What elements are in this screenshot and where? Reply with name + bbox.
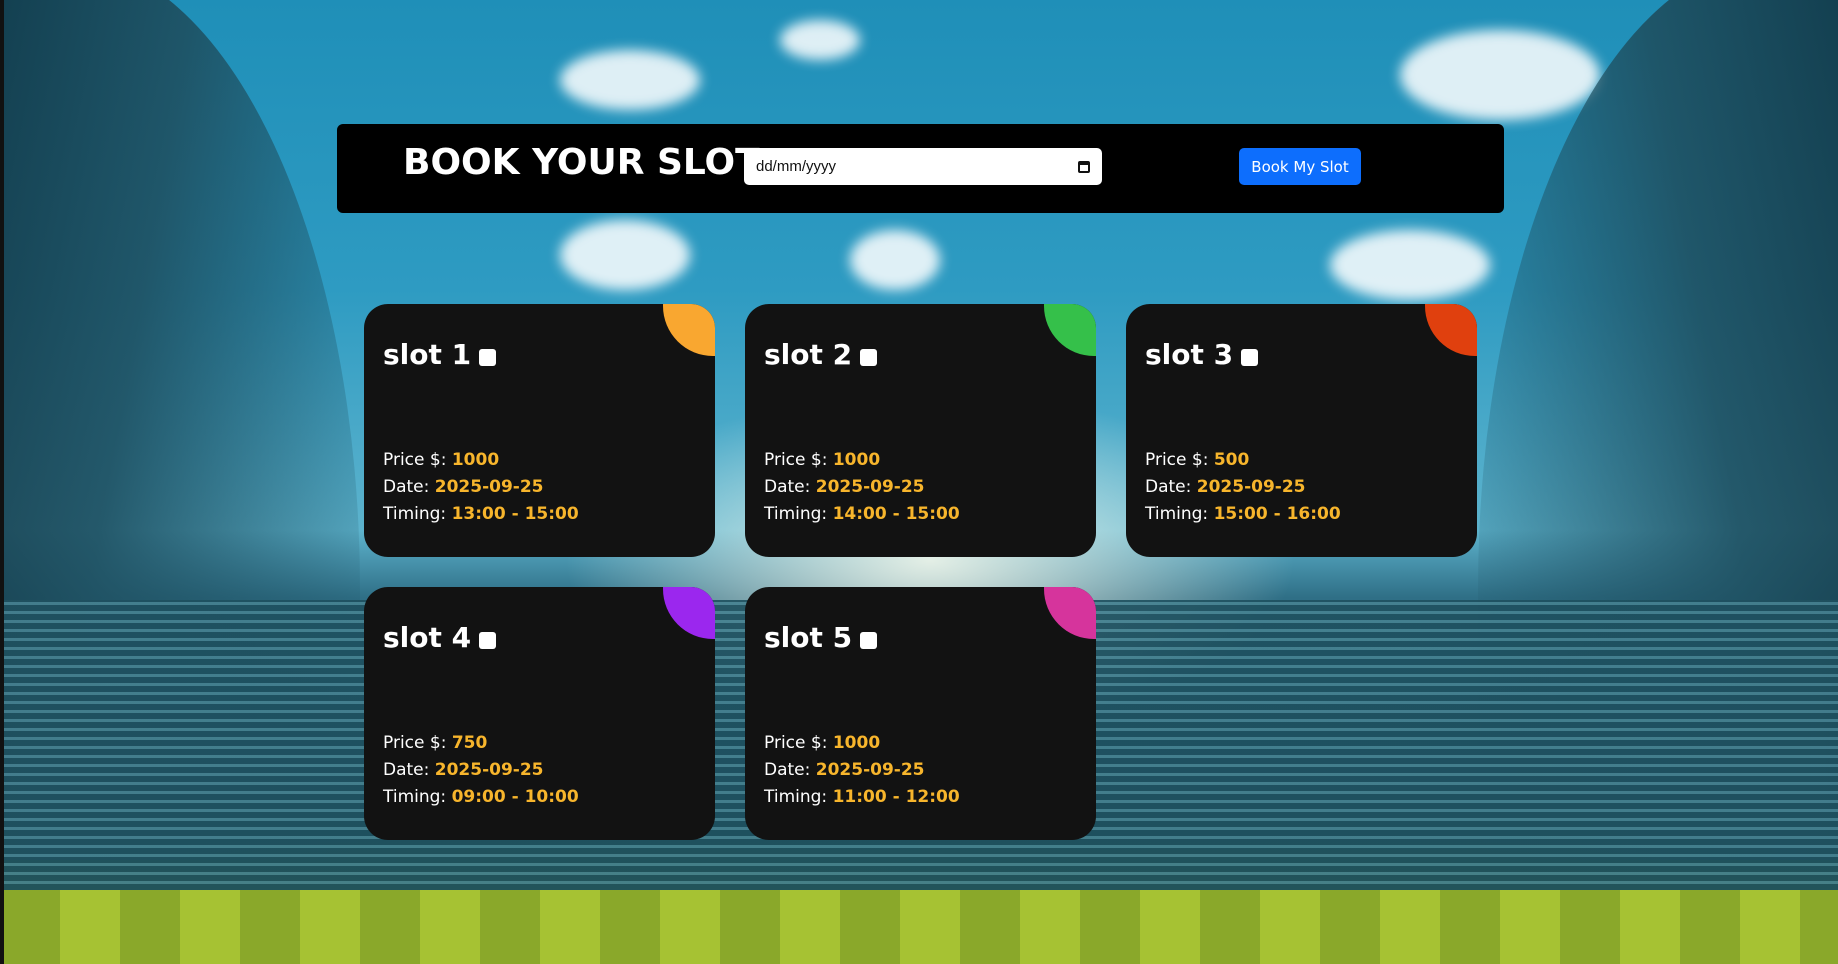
window-edge: [0, 0, 4, 964]
timing-value: 09:00 - 10:00: [451, 787, 579, 807]
timing-value: 15:00 - 16:00: [1213, 504, 1341, 524]
slot-checkbox[interactable]: [860, 632, 878, 649]
timing-row: Timing: 09:00 - 10:00: [383, 784, 579, 811]
timing-value: 14:00 - 15:00: [832, 504, 960, 524]
timing-label: Timing:: [1145, 504, 1214, 524]
price-label: Price $:: [383, 733, 452, 753]
price-value: 1000: [832, 450, 881, 470]
slot-title: slot 2: [764, 338, 878, 371]
price-label: Price $:: [1145, 450, 1214, 470]
date-label: Date:: [1145, 477, 1197, 497]
price-value: 1000: [832, 733, 881, 753]
accent-corner: [663, 587, 715, 639]
date-value: 2025-09-25: [815, 760, 925, 780]
slot-card[interactable]: slot 4 Price $: 750 Date: 2025-09-25 Tim…: [364, 587, 715, 840]
date-row: Date: 2025-09-25: [1145, 474, 1341, 501]
timing-row: Timing: 15:00 - 16:00: [1145, 501, 1341, 528]
slot-card[interactable]: slot 1 Price $: 1000 Date: 2025-09-25 Ti…: [364, 304, 715, 557]
page-title: BOOK YOUR SLOT: [403, 142, 760, 183]
price-value: 1000: [451, 450, 500, 470]
slot-title: slot 4: [383, 621, 497, 654]
timing-label: Timing:: [383, 787, 452, 807]
slot-card[interactable]: slot 5 Price $: 1000 Date: 2025-09-25 Ti…: [745, 587, 1096, 840]
accent-corner: [1425, 304, 1477, 356]
timing-value: 11:00 - 12:00: [832, 787, 960, 807]
page: BOOK YOUR SLOT dd/mm/yyyy Book My Slot s…: [0, 0, 1838, 964]
slot-name: slot 2: [764, 338, 853, 371]
timing-label: Timing:: [383, 504, 452, 524]
date-label: Date:: [764, 760, 816, 780]
timing-row: Timing: 13:00 - 15:00: [383, 501, 579, 528]
date-value: 2025-09-25: [1196, 477, 1306, 497]
slot-title: slot 1: [383, 338, 497, 371]
slot-name: slot 1: [383, 338, 472, 371]
price-value: 500: [1213, 450, 1250, 470]
book-my-slot-button[interactable]: Book My Slot: [1239, 148, 1361, 185]
price-row: Price $: 1000: [764, 730, 960, 757]
date-input[interactable]: dd/mm/yyyy: [744, 148, 1102, 185]
date-label: Date:: [383, 760, 435, 780]
date-row: Date: 2025-09-25: [764, 757, 960, 784]
slot-info: Price $: 1000 Date: 2025-09-25 Timing: 1…: [764, 730, 960, 811]
accent-corner: [1044, 304, 1096, 356]
slot-info: Price $: 750 Date: 2025-09-25 Timing: 09…: [383, 730, 579, 811]
slot-checkbox[interactable]: [860, 349, 878, 366]
date-label: Date:: [764, 477, 816, 497]
slot-card[interactable]: slot 2 Price $: 1000 Date: 2025-09-25 Ti…: [745, 304, 1096, 557]
accent-corner: [1044, 587, 1096, 639]
slot-title: slot 3: [1145, 338, 1259, 371]
date-value: 2025-09-25: [434, 477, 544, 497]
price-row: Price $: 1000: [383, 447, 579, 474]
price-label: Price $:: [764, 733, 833, 753]
timing-label: Timing:: [764, 787, 833, 807]
slot-info: Price $: 1000 Date: 2025-09-25 Timing: 1…: [383, 447, 579, 528]
date-value: 2025-09-25: [434, 760, 544, 780]
price-row: Price $: 750: [383, 730, 579, 757]
price-value: 750: [451, 733, 488, 753]
date-row: Date: 2025-09-25: [764, 474, 960, 501]
slot-name: slot 4: [383, 621, 472, 654]
slot-card[interactable]: slot 3 Price $: 500 Date: 2025-09-25 Tim…: [1126, 304, 1477, 557]
price-label: Price $:: [764, 450, 833, 470]
timing-row: Timing: 14:00 - 15:00: [764, 501, 960, 528]
date-placeholder: dd/mm/yyyy: [756, 158, 837, 175]
accent-corner: [663, 304, 715, 356]
date-row: Date: 2025-09-25: [383, 757, 579, 784]
slot-name: slot 5: [764, 621, 853, 654]
timing-label: Timing:: [764, 504, 833, 524]
slot-checkbox[interactable]: [1241, 349, 1259, 366]
slot-info: Price $: 500 Date: 2025-09-25 Timing: 15…: [1145, 447, 1341, 528]
timing-value: 13:00 - 15:00: [451, 504, 579, 524]
date-row: Date: 2025-09-25: [383, 474, 579, 501]
booking-header: BOOK YOUR SLOT dd/mm/yyyy Book My Slot: [337, 124, 1504, 213]
price-row: Price $: 500: [1145, 447, 1341, 474]
slot-info: Price $: 1000 Date: 2025-09-25 Timing: 1…: [764, 447, 960, 528]
slot-checkbox[interactable]: [479, 349, 497, 366]
slot-title: slot 5: [764, 621, 878, 654]
slot-checkbox[interactable]: [479, 632, 497, 649]
date-value: 2025-09-25: [815, 477, 925, 497]
timing-row: Timing: 11:00 - 12:00: [764, 784, 960, 811]
calendar-icon[interactable]: [1078, 160, 1090, 173]
slot-name: slot 3: [1145, 338, 1234, 371]
date-label: Date:: [383, 477, 435, 497]
price-row: Price $: 1000: [764, 447, 960, 474]
price-label: Price $:: [383, 450, 452, 470]
